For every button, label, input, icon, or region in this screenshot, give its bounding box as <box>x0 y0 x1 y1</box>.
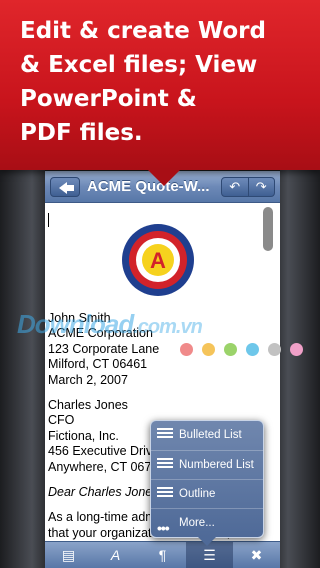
promo-line: & Excel files; View <box>20 52 258 78</box>
tools-icon[interactable]: ✖ <box>233 542 280 568</box>
watermark-dot <box>180 343 193 356</box>
paragraph-icon[interactable]: ¶ <box>139 542 186 568</box>
menu-item-outline[interactable]: Outline <box>151 479 263 508</box>
scrollbar[interactable] <box>263 207 273 251</box>
menu-item-numbered-list[interactable]: Numbered List <box>151 450 263 479</box>
bottom-toolbar: ▤ A ¶ ☰ ✖ <box>45 541 280 568</box>
outline-icon <box>157 487 173 501</box>
acme-logo: A <box>122 224 194 296</box>
banner-pointer <box>146 168 182 186</box>
menu-item-label: Bulleted List <box>179 429 242 441</box>
document-line: Milford, CT 06461 <box>48 357 148 372</box>
menu-item-label: Outline <box>179 488 216 500</box>
watermark-dots <box>180 343 303 356</box>
watermark-dot <box>290 343 303 356</box>
menu-item-more[interactable]: ••• More... <box>151 508 263 537</box>
undo-redo-group: ↶ ↷ <box>221 177 275 197</box>
back-button[interactable] <box>50 177 80 197</box>
menu-pointer <box>198 537 216 546</box>
font-style-icon[interactable]: A <box>92 542 139 568</box>
logo-letter: A <box>150 248 166 273</box>
numbered-list-icon <box>157 458 173 472</box>
watermark-dot <box>202 343 215 356</box>
promo-line: PDF files. <box>20 120 143 146</box>
promo-line: Edit & create Word <box>20 18 266 44</box>
menu-item-label: More... <box>179 517 215 529</box>
more-icon: ••• <box>157 520 170 536</box>
promo-text: Edit & create Word & Excel files; View Pow… <box>20 14 316 150</box>
watermark: Download.com.vn <box>17 309 203 339</box>
watermark-dot <box>224 343 237 356</box>
menu-item-label: Numbered List <box>179 459 254 471</box>
insert-icon[interactable]: ▤ <box>45 542 92 568</box>
text-cursor <box>48 213 49 227</box>
bulleted-list-icon <box>157 428 173 442</box>
menu-item-bulleted-list[interactable]: Bulleted List <box>151 421 263 450</box>
promo-banner: Edit & create Word & Excel files; View Pow… <box>0 0 320 170</box>
undo-icon[interactable]: ↶ <box>222 178 248 196</box>
list-style-menu: Bulleted List Numbered List Outline ••• More… <box>150 420 264 538</box>
promo-line: PowerPoint & <box>20 86 197 112</box>
watermark-dot <box>268 343 281 356</box>
document-line: March 2, 2007 <box>48 372 128 387</box>
document-line: Charles Jones <box>48 397 128 412</box>
watermark-dot <box>246 343 259 356</box>
redo-icon[interactable]: ↷ <box>247 178 275 196</box>
